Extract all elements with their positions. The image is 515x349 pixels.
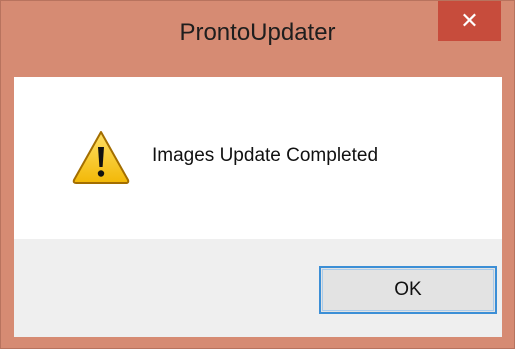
dialog-message: Images Update Completed xyxy=(152,145,379,166)
title-bar[interactable]: ProntoUpdater ✕ xyxy=(1,1,514,77)
close-button[interactable]: ✕ xyxy=(438,1,501,41)
warning-icon xyxy=(72,131,130,184)
dialog-client-area: Images Update Completed OK xyxy=(14,77,502,337)
message-area: Images Update Completed xyxy=(14,77,502,239)
close-icon: ✕ xyxy=(460,8,479,33)
button-bar: OK xyxy=(14,239,502,337)
ok-button-label: OK xyxy=(394,279,422,300)
dialog-window: ProntoUpdater ✕ Images Update Completed xyxy=(0,0,515,349)
ok-button[interactable]: OK xyxy=(319,266,497,314)
